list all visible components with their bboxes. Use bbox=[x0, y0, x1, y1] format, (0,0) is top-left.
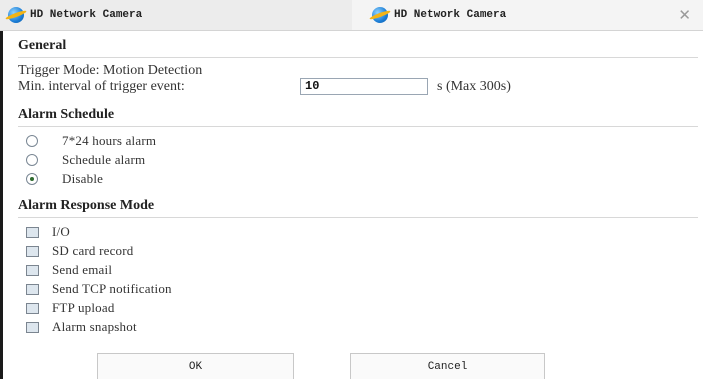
divider bbox=[18, 126, 698, 127]
radio-disable[interactable]: Disable bbox=[26, 170, 103, 188]
checkbox[interactable] bbox=[26, 283, 39, 295]
checkbox-label: I/O bbox=[52, 224, 70, 239]
interval-input[interactable]: 10 bbox=[300, 78, 428, 95]
checkbox[interactable] bbox=[26, 302, 39, 314]
cancel-button[interactable]: Cancel bbox=[350, 353, 545, 379]
radio-button[interactable] bbox=[26, 154, 38, 166]
browser-tab-1[interactable]: HD Network Camera bbox=[0, 0, 353, 30]
divider bbox=[18, 57, 698, 58]
ok-button[interactable]: OK bbox=[97, 353, 294, 379]
divider bbox=[18, 217, 698, 218]
checkbox-label: Alarm snapshot bbox=[52, 319, 137, 334]
radio-label: Disable bbox=[62, 171, 104, 186]
window-left-edge bbox=[0, 31, 3, 379]
checkbox[interactable] bbox=[26, 226, 39, 238]
checkbox-io[interactable]: I/O bbox=[26, 223, 70, 241]
ie-browser-icon bbox=[8, 7, 24, 23]
radio-button-selected[interactable] bbox=[26, 173, 38, 185]
tab-title: HD Network Camera bbox=[30, 9, 143, 21]
close-icon[interactable]: ✕ bbox=[678, 6, 691, 24]
tab-title: HD Network Camera bbox=[394, 9, 507, 21]
browser-tab-bar: HD Network Camera HD Network Camera ✕ bbox=[0, 0, 703, 31]
radio-label: Schedule alarm bbox=[62, 152, 146, 167]
checkbox-label: Send email bbox=[52, 262, 113, 277]
checkbox-label: Send TCP notification bbox=[52, 281, 172, 296]
interval-label: Min. interval of trigger event: bbox=[18, 79, 185, 94]
checkbox-send-email[interactable]: Send email bbox=[26, 261, 112, 279]
checkbox[interactable] bbox=[26, 245, 39, 257]
checkbox[interactable] bbox=[26, 321, 39, 333]
checkbox-sd-card-record[interactable]: SD card record bbox=[26, 242, 134, 260]
ie-browser-icon bbox=[372, 7, 388, 23]
browser-tab-2[interactable]: HD Network Camera ✕ bbox=[352, 0, 703, 30]
radio-schedule-alarm[interactable]: Schedule alarm bbox=[26, 151, 145, 169]
radio-button[interactable] bbox=[26, 135, 38, 147]
radio-24h-alarm[interactable]: 7*24 hours alarm bbox=[26, 132, 156, 150]
checkbox[interactable] bbox=[26, 264, 39, 276]
interval-unit: s (Max 300s) bbox=[437, 79, 511, 94]
alarm-response-heading: Alarm Response Mode bbox=[18, 198, 155, 213]
alarm-schedule-heading: Alarm Schedule bbox=[18, 107, 115, 122]
checkbox-send-tcp[interactable]: Send TCP notification bbox=[26, 280, 172, 298]
radio-label: 7*24 hours alarm bbox=[62, 133, 157, 148]
checkbox-ftp-upload[interactable]: FTP upload bbox=[26, 299, 115, 317]
checkbox-alarm-snapshot[interactable]: Alarm snapshot bbox=[26, 318, 137, 336]
checkbox-label: FTP upload bbox=[52, 300, 115, 315]
general-heading: General bbox=[18, 38, 67, 53]
checkbox-label: SD card record bbox=[52, 243, 134, 258]
trigger-mode-text: Trigger Mode: Motion Detection bbox=[18, 63, 203, 78]
